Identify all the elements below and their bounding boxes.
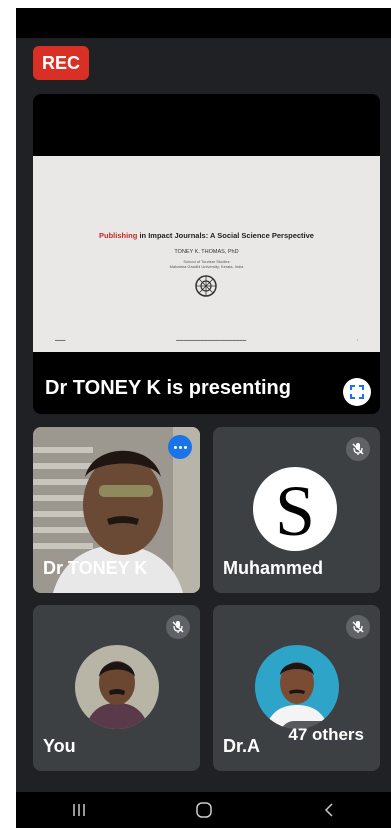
mic-off-icon	[166, 615, 190, 639]
avatar	[255, 645, 339, 729]
presentation-tile[interactable]: Publishing in Impact Journals: A Social …	[33, 94, 380, 414]
slide-institution: School of Tourism Studies Mahatma Gandhi…	[33, 259, 380, 269]
slide-title-rest: in Impact Journals: A Social Science Per…	[137, 231, 314, 240]
mic-off-icon	[346, 437, 370, 461]
slide-title-highlight: Publishing	[99, 231, 138, 240]
slide-title: Publishing in Impact Journals: A Social …	[33, 231, 380, 240]
recording-badge: REC	[33, 46, 89, 80]
participant-tile-toney[interactable]: Dr TONEY K	[33, 427, 200, 593]
shared-slide: Publishing in Impact Journals: A Social …	[33, 156, 380, 352]
participant-name: Dr TONEY K	[43, 558, 148, 578]
back-button[interactable]	[299, 795, 359, 825]
home-icon	[195, 802, 212, 818]
participant-name: Dr.A	[223, 736, 261, 756]
s-logo-icon: S	[275, 471, 315, 551]
avatar	[75, 645, 159, 729]
speaking-indicator-icon	[168, 435, 192, 459]
meet-screen: REC Publishing in Impact Journals: A Soc…	[16, 8, 391, 828]
slide-institution-line2: Mahatma Gandhi University, Kerala, India	[169, 264, 244, 269]
svg-text:S: S	[275, 471, 315, 551]
back-icon	[324, 803, 333, 817]
fullscreen-button[interactable]	[343, 378, 371, 406]
participant-tile-muhammed[interactable]: S Muhammed	[213, 427, 380, 593]
mic-off-icon	[346, 615, 370, 639]
slide-author: TONEY K. THOMAS, PhD	[174, 249, 239, 255]
slide-footer: ▬▬▬ ▬▬▬▬▬▬▬▬▬▬▬▬▬▬▬▬▬▬▬▬ ▪	[55, 338, 358, 342]
participant-name: Muhammed	[223, 558, 324, 578]
home-button[interactable]	[174, 795, 234, 825]
participant-name: You	[43, 736, 76, 756]
others-count-badge[interactable]: 47 others	[280, 721, 372, 749]
recents-button[interactable]	[49, 795, 109, 825]
system-navigation-bar	[16, 792, 391, 828]
status-bar	[16, 8, 391, 38]
presenter-label: Dr TONEY K is presenting	[45, 377, 291, 399]
university-emblem-icon	[195, 275, 217, 297]
participant-tile-others[interactable]: Dr.A 47 others	[213, 605, 380, 771]
recents-icon	[72, 804, 85, 816]
avatar: S	[253, 467, 337, 551]
participant-tile-you[interactable]: You	[33, 605, 200, 771]
fullscreen-icon	[350, 385, 364, 399]
